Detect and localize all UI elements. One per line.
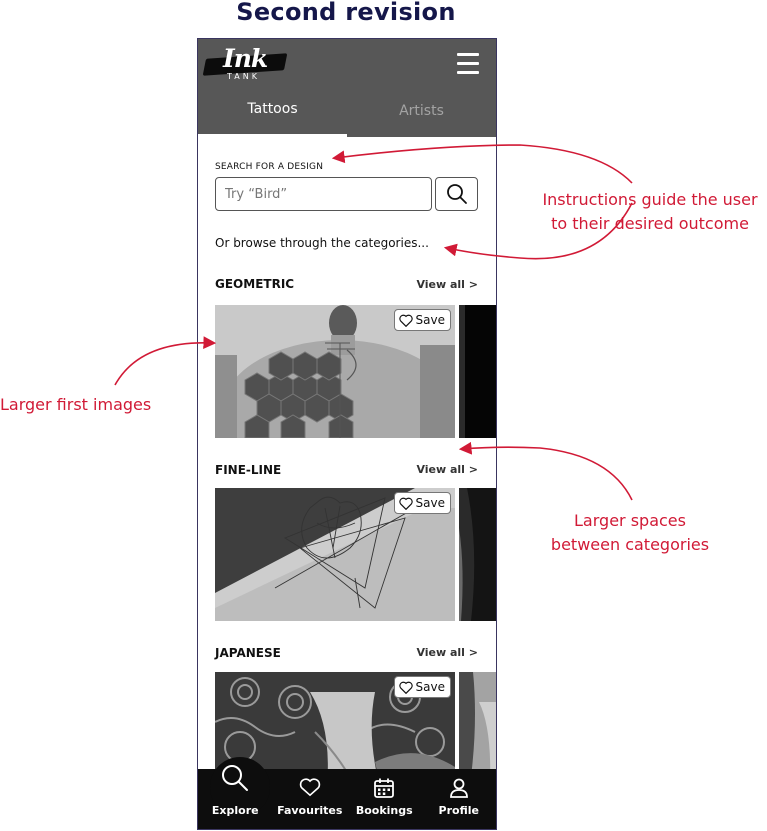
tab-bar: Tattoos Artists (198, 97, 496, 137)
save-button[interactable]: Save (393, 492, 451, 514)
logo-subtext: TANK (227, 72, 260, 81)
nav-label: Favourites (277, 804, 343, 817)
tattoo-card-fine-line[interactable]: Save (215, 488, 455, 621)
view-all-fine-line[interactable]: View all > (416, 463, 478, 476)
category-title-fine-line: FINE-LINE (215, 463, 282, 477)
tab-artists[interactable]: Artists (347, 97, 496, 137)
tattoo-card-geometric[interactable]: Save (215, 305, 455, 438)
hamburger-menu-icon[interactable] (457, 53, 479, 75)
browse-instructions: Or browse through the categories... (215, 236, 429, 250)
active-tab-indicator (198, 134, 347, 137)
bottom-navigation: Explore Favourites Bookings Profile (198, 757, 497, 829)
annotation-line: Instructions guide the user (542, 190, 758, 209)
save-label: Save (415, 680, 445, 694)
category-title-japanese: JAPANESE (215, 646, 281, 660)
save-label: Save (415, 313, 445, 327)
tattoo-card-geometric-next[interactable] (459, 305, 496, 438)
annotation-line: between categories (550, 535, 710, 554)
page-title: Second revision (236, 0, 456, 26)
search-label: SEARCH FOR A DESIGN (215, 162, 324, 172)
annotation-larger-images: Larger first images (0, 395, 152, 414)
app-header: Ink TANK Tattoos Artists (198, 39, 496, 137)
heart-icon (398, 497, 413, 510)
tab-label: Tattoos (247, 101, 298, 117)
search-button[interactable] (435, 177, 478, 211)
tab-label: Artists (399, 103, 444, 119)
nav-label: Explore (211, 804, 259, 817)
heart-icon (299, 778, 320, 797)
tab-tattoos[interactable]: Tattoos (198, 97, 347, 137)
phone-frame: Ink TANK Tattoos Artists SEARCH FOR A DE… (197, 38, 497, 830)
logo-text: Ink (223, 44, 268, 73)
app-logo[interactable]: Ink TANK (202, 44, 288, 84)
nav-bookings[interactable]: Bookings (347, 769, 422, 829)
annotation-instructions: Instructions guide the user to their des… (530, 188, 767, 236)
search-input[interactable] (215, 177, 432, 211)
category-title-geometric: GEOMETRIC (215, 277, 295, 291)
nav-label: Profile (438, 804, 479, 817)
annotation-line: Larger spaces (574, 511, 686, 530)
view-all-geometric[interactable]: View all > (416, 278, 478, 291)
next-tattoo-image (459, 488, 496, 621)
user-icon (449, 778, 468, 798)
next-tattoo-image (459, 305, 496, 438)
nav-explore[interactable]: Explore (198, 757, 273, 829)
heart-icon (398, 681, 413, 694)
calendar-icon (374, 778, 395, 798)
search-icon (222, 765, 249, 791)
nav-label: Bookings (355, 804, 413, 817)
annotation-larger-spaces: Larger spaces between categories (530, 509, 730, 557)
tattoo-card-fine-line-next[interactable] (459, 488, 496, 621)
annotation-line: to their desired outcome (551, 214, 749, 233)
heart-icon (398, 314, 413, 327)
nav-favourites[interactable]: Favourites (273, 769, 348, 829)
save-button[interactable]: Save (393, 309, 451, 331)
view-all-japanese[interactable]: View all > (416, 646, 478, 659)
search-icon (447, 184, 467, 204)
save-button[interactable]: Save (393, 676, 451, 698)
save-label: Save (415, 496, 445, 510)
nav-profile[interactable]: Profile (422, 769, 497, 829)
